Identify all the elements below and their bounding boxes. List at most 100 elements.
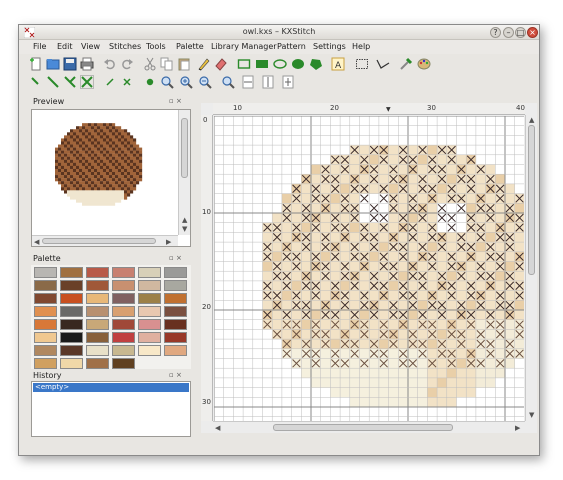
palette-swatch[interactable] <box>164 319 187 330</box>
redo-icon[interactable] <box>120 57 134 71</box>
palette-swatch[interactable] <box>86 293 109 304</box>
menu-help[interactable]: Help <box>352 42 370 51</box>
quarter-stitch-icon[interactable] <box>29 75 43 89</box>
fit-height-icon[interactable] <box>261 75 275 89</box>
palette-swatch[interactable] <box>112 358 135 369</box>
menu-view[interactable]: View <box>81 42 100 51</box>
palette-swatch[interactable] <box>138 280 161 291</box>
palette-swatch[interactable] <box>86 345 109 356</box>
palette-swatch[interactable] <box>138 345 161 356</box>
palette-swatch[interactable] <box>164 332 187 343</box>
copy-icon[interactable] <box>160 57 174 71</box>
palette-swatch[interactable] <box>164 306 187 317</box>
print-icon[interactable] <box>80 57 94 71</box>
half-stitch-icon[interactable] <box>46 75 60 89</box>
menu-pattern[interactable]: Pattern <box>277 42 306 51</box>
fit-width-icon[interactable] <box>241 75 255 89</box>
preview-hscroll-thumb[interactable] <box>42 238 156 244</box>
menu-stitches[interactable]: Stitches <box>109 42 141 51</box>
palette-swatch[interactable] <box>60 267 83 278</box>
pattern-preview-image[interactable] <box>40 114 160 230</box>
palette-swatch[interactable] <box>164 267 187 278</box>
maximize-button[interactable]: □ <box>515 27 526 38</box>
zoom-icon[interactable] <box>160 75 174 89</box>
stitch-canvas[interactable] <box>214 116 524 421</box>
palette-swatch[interactable] <box>34 345 57 356</box>
fit-page-icon[interactable] <box>221 75 235 89</box>
french-knot-icon[interactable] <box>143 75 157 89</box>
save-icon[interactable] <box>63 57 77 71</box>
menu-palette[interactable]: Palette <box>176 42 204 51</box>
palette-swatch[interactable] <box>164 280 187 291</box>
menu-library-manager[interactable]: Library Manager <box>211 42 277 51</box>
palette-swatch[interactable] <box>34 267 57 278</box>
editor-vscroll-thumb[interactable] <box>528 125 535 275</box>
palette-swatch[interactable] <box>138 332 161 343</box>
palette-swatch[interactable] <box>112 267 135 278</box>
fit-all-icon[interactable] <box>281 75 295 89</box>
preview-scroll-up-icon[interactable]: ▲ <box>182 216 187 224</box>
palette-swatch[interactable] <box>86 319 109 330</box>
palette-swatch[interactable] <box>34 293 57 304</box>
preview-scroll-down-icon[interactable]: ▼ <box>182 225 187 233</box>
undo-icon[interactable] <box>103 57 117 71</box>
palette-dock-buttons[interactable]: ▫ × <box>169 254 182 262</box>
palette-swatch[interactable] <box>86 306 109 317</box>
small-full-stitch-icon[interactable] <box>120 75 134 89</box>
preview-scroll-right-icon[interactable]: ▶ <box>166 238 171 246</box>
preview-vscroll-thumb[interactable] <box>181 118 188 178</box>
draw-rectangle-icon[interactable] <box>237 57 251 71</box>
new-icon[interactable] <box>29 57 43 71</box>
palette-swatch[interactable] <box>164 293 187 304</box>
editor-horizontal-scrollbar[interactable]: ◀ ▶ <box>213 421 525 433</box>
menu-settings[interactable]: Settings <box>313 42 346 51</box>
editor-scroll-left-icon[interactable]: ◀ <box>215 424 220 432</box>
palette-swatch[interactable] <box>34 280 57 291</box>
editor-vertical-scrollbar[interactable]: ▲ ▼ <box>525 115 537 421</box>
fill-ellipse-icon[interactable] <box>291 57 305 71</box>
fill-polygon-icon[interactable] <box>309 57 323 71</box>
minimize-button[interactable]: – <box>503 27 514 38</box>
select-icon[interactable] <box>355 57 369 71</box>
menu-file[interactable]: File <box>33 42 46 51</box>
palette-swatch[interactable] <box>138 319 161 330</box>
zoom-out-icon[interactable] <box>198 75 212 89</box>
preview-vertical-scrollbar[interactable]: ▲ ▼ <box>178 110 190 235</box>
full-stitch-icon[interactable] <box>80 75 94 89</box>
palette-swatch[interactable] <box>60 280 83 291</box>
palette-swatch[interactable] <box>138 267 161 278</box>
preview-horizontal-scrollbar[interactable]: ◀ ▶ <box>32 235 178 246</box>
help-window-button[interactable]: ? <box>490 27 501 38</box>
editor-hscroll-thumb[interactable] <box>273 424 453 431</box>
editor-scroll-up-icon[interactable]: ▲ <box>529 116 534 124</box>
palette-swatch[interactable] <box>60 293 83 304</box>
menu-tools[interactable]: Tools <box>146 42 166 51</box>
palette-swatch[interactable] <box>34 358 57 369</box>
zoom-in-icon[interactable] <box>179 75 193 89</box>
paste-icon[interactable] <box>177 57 191 71</box>
palette-swatch[interactable] <box>60 332 83 343</box>
palette-swatch[interactable] <box>86 332 109 343</box>
close-button[interactable]: × <box>527 27 538 38</box>
palette-swatch[interactable] <box>34 319 57 330</box>
cut-icon[interactable] <box>143 57 157 71</box>
pencil-icon[interactable] <box>197 57 211 71</box>
palette-swatch[interactable] <box>112 306 135 317</box>
palette-swatch[interactable] <box>112 280 135 291</box>
palette-swatch[interactable] <box>60 319 83 330</box>
three-quarter-stitch-icon[interactable] <box>63 75 77 89</box>
palette-swatch[interactable] <box>34 332 57 343</box>
small-half-stitch-icon[interactable] <box>103 75 117 89</box>
palette-swatch[interactable] <box>60 306 83 317</box>
draw-ellipse-icon[interactable] <box>273 57 287 71</box>
palette-swatch[interactable] <box>60 358 83 369</box>
palette-swatch[interactable] <box>164 345 187 356</box>
preview-dock-buttons[interactable]: ▫ × <box>169 97 182 105</box>
palette-swatch[interactable] <box>112 319 135 330</box>
palette-swatch[interactable] <box>86 267 109 278</box>
palette-swatch[interactable] <box>112 345 135 356</box>
history-dock-buttons[interactable]: ▫ × <box>169 371 182 379</box>
palette-swatch[interactable] <box>86 280 109 291</box>
palette-swatch[interactable] <box>112 293 135 304</box>
palette-swatch[interactable] <box>138 293 161 304</box>
